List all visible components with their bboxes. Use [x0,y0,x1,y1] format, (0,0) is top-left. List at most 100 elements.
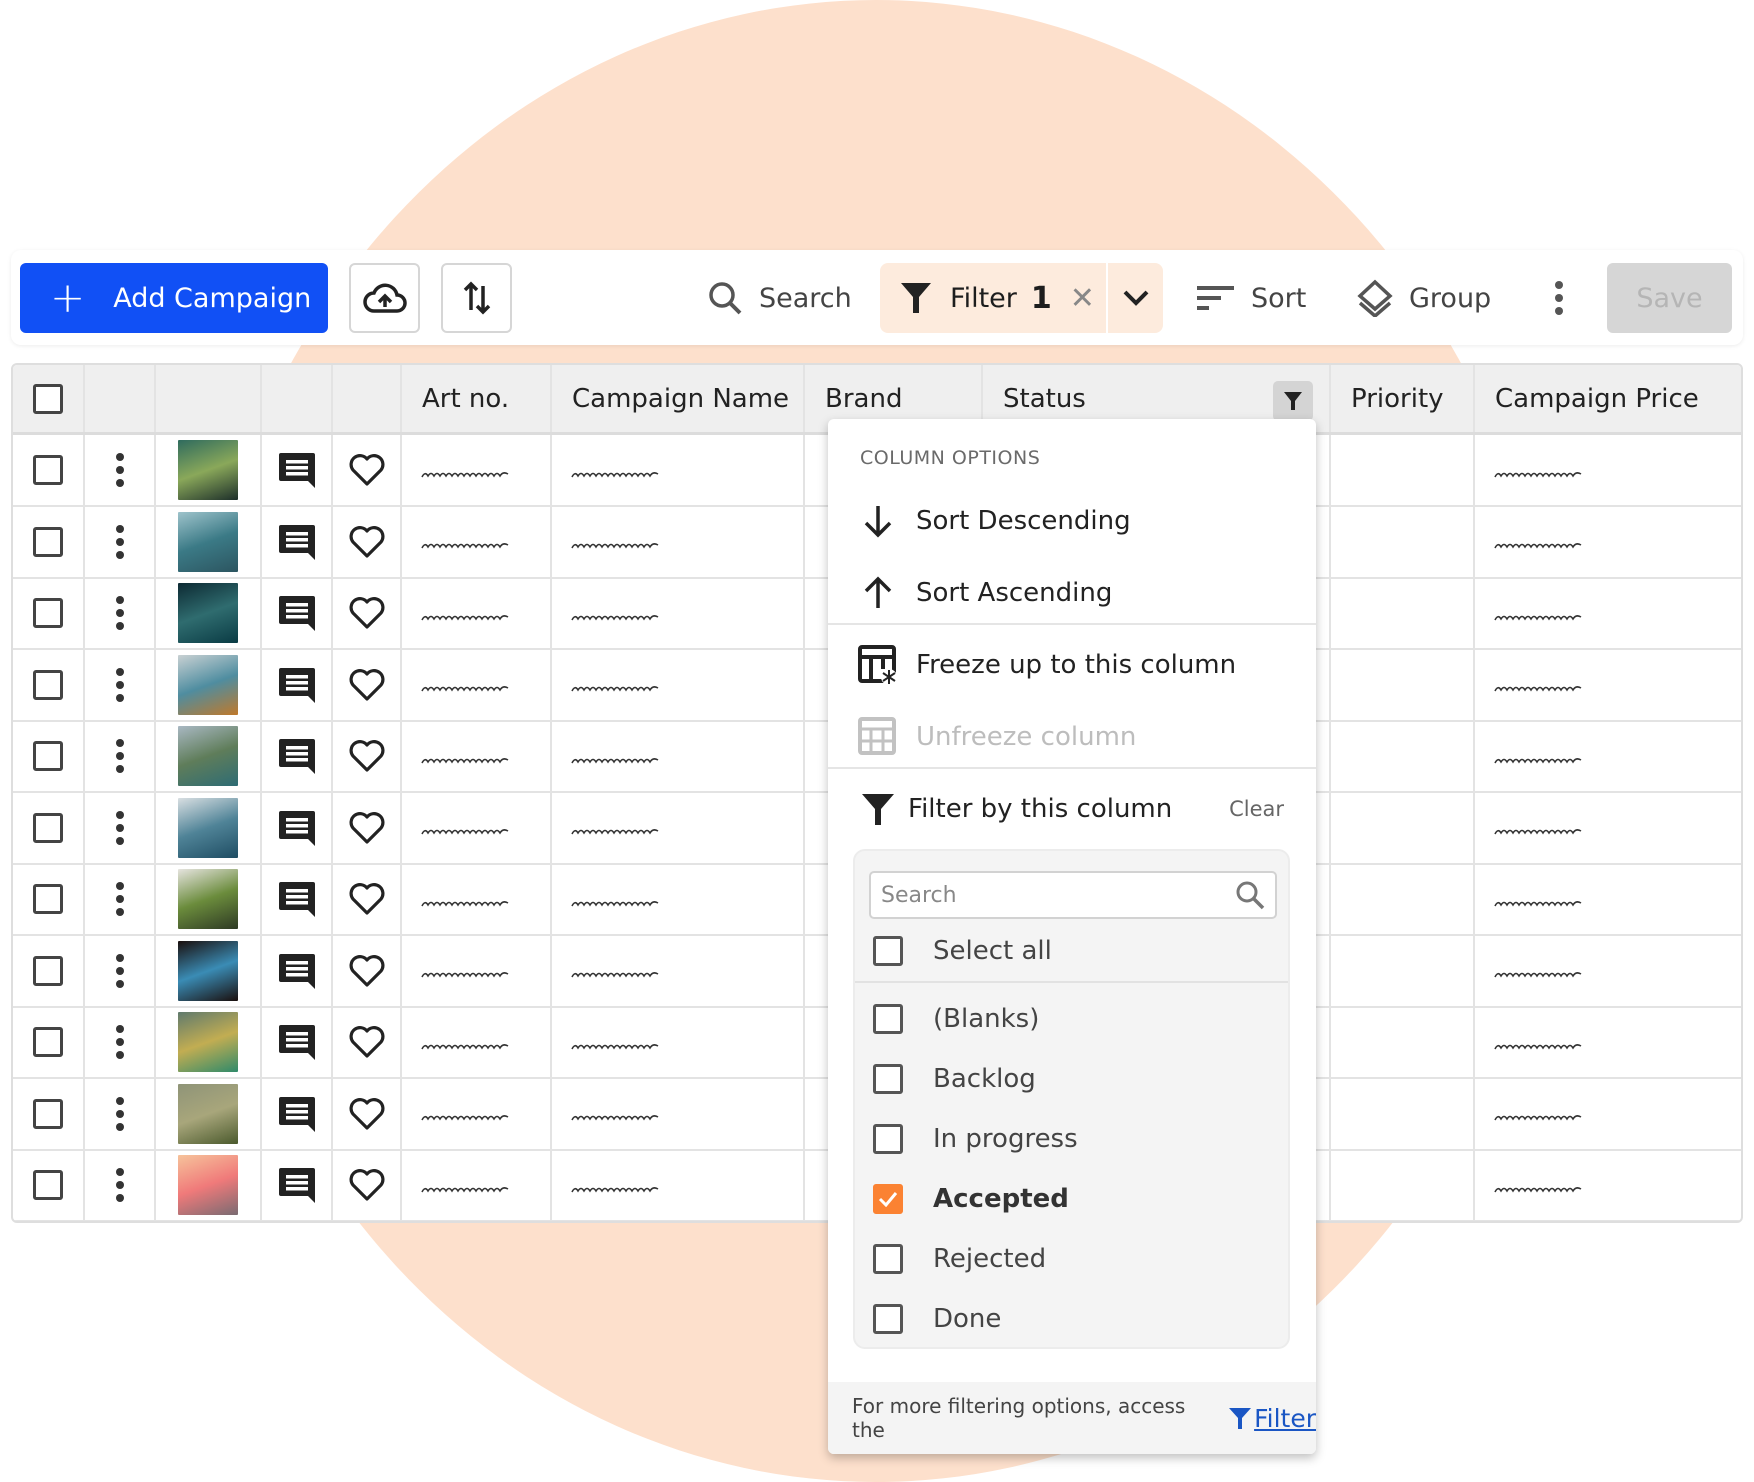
search-button[interactable]: Search [707,263,852,333]
filter-option[interactable]: In progress [873,1111,1273,1167]
row-menu-icon[interactable] [115,953,124,988]
sort-ascending-item[interactable]: Sort Ascending [828,557,1316,629]
row-menu-icon[interactable] [115,667,124,702]
add-campaign-button[interactable]: + Add Campaign [20,263,328,333]
header-priority[interactable]: Priority [1331,365,1475,432]
comment-icon[interactable] [277,593,317,633]
more-options-button[interactable] [1552,263,1566,333]
checkbox[interactable] [873,1064,903,1094]
heart-icon[interactable] [348,525,386,559]
filter-button[interactable]: Filter 1 ✕ [880,263,1105,333]
comment-icon[interactable] [277,736,317,776]
group-button[interactable]: Group [1357,263,1491,333]
comment-icon[interactable] [277,951,317,991]
row-menu-icon[interactable] [115,1025,124,1059]
row-menu-icon[interactable] [115,739,124,773]
header-art-no[interactable]: Art no. [402,365,552,432]
heart-icon[interactable] [348,453,386,487]
checked-checkbox[interactable] [873,1184,903,1214]
heart-icon[interactable] [348,668,386,702]
comment-icon[interactable] [277,879,317,919]
campaign-thumbnail[interactable] [178,511,238,572]
placeholder-text [570,1039,660,1058]
checkbox[interactable] [873,936,903,966]
checkbox[interactable] [873,1304,903,1334]
filter-option[interactable]: Select all [873,923,1273,979]
row-checkbox[interactable] [33,955,63,986]
row-checkbox[interactable] [33,1098,63,1129]
header-campaign-name[interactable]: Campaign Name [552,365,805,432]
status-column-filter-button[interactable] [1273,381,1313,421]
filter-search-input[interactable] [881,882,1235,908]
filter-search-field[interactable] [869,871,1277,919]
row-menu-icon[interactable] [115,453,124,487]
row-checkbox[interactable] [33,526,63,557]
row-checkbox[interactable] [33,741,63,771]
clear-filter-button[interactable]: Clear [1229,797,1284,821]
upload-button[interactable] [349,263,420,333]
row-checkbox[interactable] [33,884,63,914]
freeze-column-item[interactable]: Freeze up to this column [828,629,1316,701]
filter-option[interactable]: Accepted [873,1171,1273,1227]
row-menu-icon[interactable] [115,1096,124,1131]
comment-icon[interactable] [277,450,317,490]
row-checkbox[interactable] [33,812,63,843]
comment-icon[interactable] [277,1022,317,1062]
row-menu-icon[interactable] [115,1168,124,1202]
comment-icon[interactable] [277,1165,317,1205]
row-menu-icon[interactable] [115,810,124,845]
campaign-thumbnail[interactable] [178,940,238,1001]
campaign-thumbnail[interactable] [178,726,238,786]
checkbox[interactable] [873,1124,903,1154]
sort-button[interactable]: Sort [1197,263,1306,333]
comment-icon[interactable] [277,1094,317,1134]
clear-filter-icon[interactable]: ✕ [1070,281,1095,316]
heart-icon[interactable] [348,882,386,916]
heart-icon[interactable] [348,954,386,988]
save-button[interactable]: Save [1607,263,1732,333]
cell-comments [262,864,333,934]
cell-actions [85,1078,156,1149]
heart-icon[interactable] [348,596,386,630]
checkbox[interactable] [873,1004,903,1034]
campaign-thumbnail[interactable] [178,583,238,643]
select-all-checkbox[interactable] [33,383,63,414]
heart-icon[interactable] [348,739,386,773]
heart-icon[interactable] [348,1168,386,1202]
filter-option[interactable]: Rejected [873,1231,1273,1287]
row-checkbox[interactable] [33,598,63,628]
row-menu-icon[interactable] [115,882,124,916]
heart-icon[interactable] [348,811,386,845]
cell-priority [1331,935,1475,1006]
filter-option[interactable]: (Blanks) [873,991,1273,1047]
filter-dropdown-button[interactable] [1108,263,1163,333]
row-checkbox[interactable] [33,1170,63,1200]
campaign-thumbnail[interactable] [178,1155,238,1215]
campaign-thumbnail[interactable] [178,869,238,929]
campaign-thumbnail[interactable] [178,654,238,715]
filter-option[interactable]: Backlog [873,1051,1273,1107]
comment-icon[interactable] [277,522,317,562]
sort-descending-item[interactable]: Sort Descending [828,485,1316,557]
comment-icon[interactable] [277,665,317,705]
row-menu-icon[interactable] [115,596,124,630]
filter-option[interactable]: Done [873,1291,1273,1347]
open-filter-link[interactable]: Filter [1229,1404,1316,1433]
row-checkbox[interactable] [33,669,63,700]
checkbox[interactable] [873,1244,903,1274]
placeholder-text [1493,896,1583,915]
row-checkbox[interactable] [33,1027,63,1057]
row-menu-icon[interactable] [115,524,124,559]
comment-icon[interactable] [277,808,317,848]
row-checkbox[interactable] [33,455,63,485]
placeholder-text [1493,681,1583,700]
campaign-thumbnail[interactable] [178,797,238,858]
cell-thumbnail [156,1007,262,1077]
heart-icon[interactable] [348,1025,386,1059]
header-campaign-price[interactable]: Campaign Price [1475,365,1741,432]
campaign-thumbnail[interactable] [178,1012,238,1072]
campaign-thumbnail[interactable] [178,1083,238,1144]
campaign-thumbnail[interactable] [178,440,238,500]
heart-icon[interactable] [348,1097,386,1131]
sort-arrows-button[interactable] [441,263,512,333]
